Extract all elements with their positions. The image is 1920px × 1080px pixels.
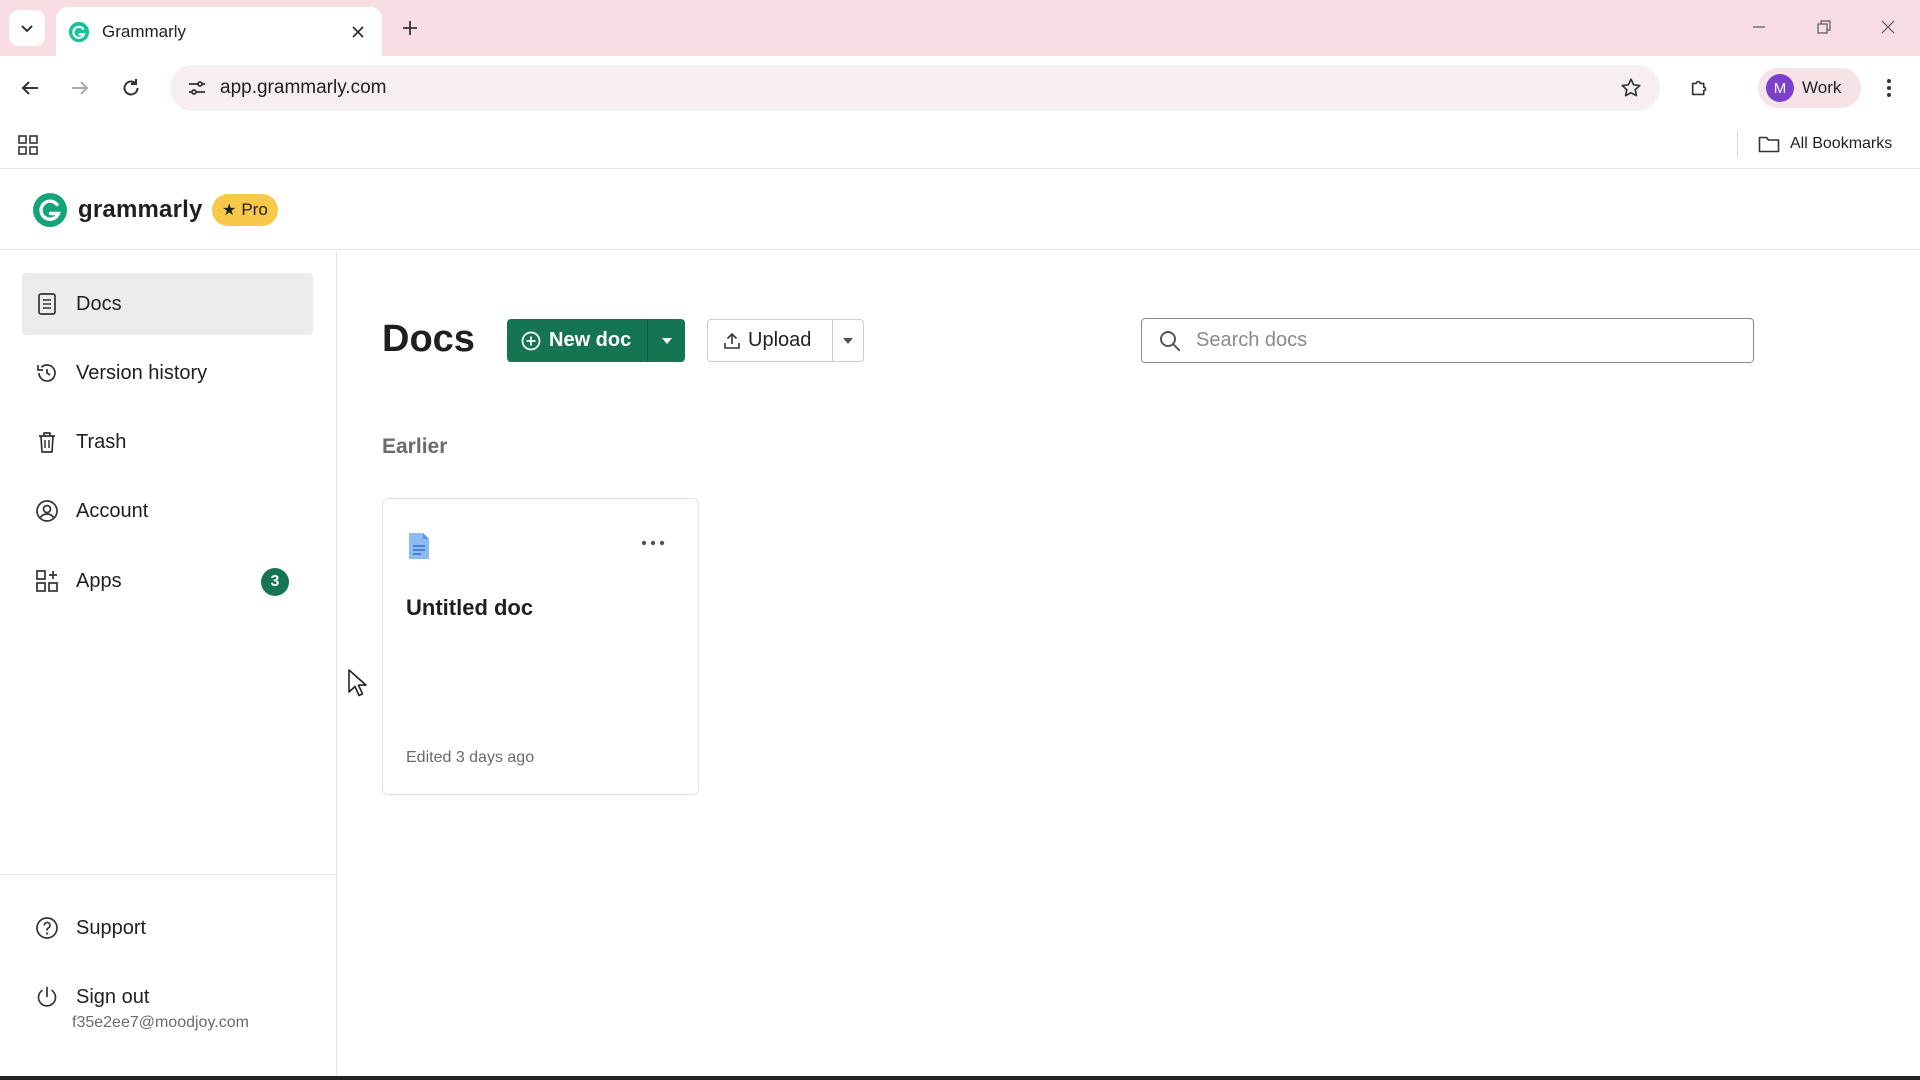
bookmarks-divider: [1737, 131, 1738, 157]
sidebar-item-label: Apps: [76, 569, 122, 592]
upload-button[interactable]: Upload: [708, 320, 832, 361]
doc-title: Untitled doc: [406, 595, 534, 620]
apps-icon: [34, 568, 60, 594]
trash-icon: [34, 429, 60, 455]
grammarly-logo-icon: [33, 193, 67, 227]
folder-icon: [1758, 136, 1780, 153]
arrow-right-icon: [72, 81, 89, 95]
browser-tab-grammarly[interactable]: Grammarly: [56, 7, 382, 56]
address-bar[interactable]: app.grammarly.com: [170, 65, 1660, 111]
caret-down-icon: [661, 337, 672, 344]
browser-tab-strip: Grammarly: [0, 0, 1920, 56]
help-icon: [34, 915, 60, 941]
new-tab-button[interactable]: [396, 14, 424, 42]
minimize-button[interactable]: [1741, 12, 1777, 42]
close-icon: [352, 25, 364, 38]
sidebar-item-label: Docs: [76, 292, 122, 315]
browser-menu-button[interactable]: [1874, 70, 1904, 106]
new-doc-split-button: New doc: [507, 319, 685, 362]
caret-down-icon: [843, 337, 853, 344]
sidebar-divider: [0, 874, 336, 875]
upload-icon: [724, 332, 740, 349]
sidebar-item-support[interactable]: Support: [22, 897, 313, 959]
reload-button[interactable]: [113, 70, 149, 106]
puzzle-icon: [1691, 80, 1707, 96]
upload-options-button[interactable]: [833, 320, 863, 361]
search-docs-field[interactable]: [1141, 318, 1754, 363]
all-bookmarks-label: All Bookmarks: [1790, 135, 1893, 152]
search-input[interactable]: [1196, 329, 1716, 352]
sidebar-item-label: Sign out: [76, 985, 150, 1008]
document-icon: [34, 291, 60, 317]
apps-count-badge: 3: [261, 568, 289, 596]
new-doc-label: New doc: [549, 329, 632, 351]
reload-icon: [123, 79, 139, 96]
plus-circle-icon: [521, 331, 541, 350]
app-header: grammarly ★ Pro: [0, 170, 1920, 250]
tab-close-button[interactable]: [346, 20, 370, 44]
window-close-button[interactable]: [1870, 12, 1906, 42]
grammarly-favicon-icon: [68, 21, 90, 42]
url-text: app.grammarly.com: [220, 77, 387, 98]
user-email: f35e2ee7@moodjoy.com: [72, 1014, 249, 1031]
sidebar-item-trash[interactable]: Trash: [22, 411, 313, 473]
new-doc-options-button[interactable]: [648, 319, 685, 362]
sidebar-item-account[interactable]: Account: [22, 480, 313, 542]
star-outline-icon: [1621, 78, 1641, 97]
back-button[interactable]: [12, 70, 48, 106]
tab-search-button[interactable]: [9, 10, 45, 46]
arrow-left-icon: [21, 81, 38, 95]
forward-button[interactable]: [62, 70, 98, 106]
page-title: Docs: [382, 318, 475, 360]
pro-badge-label: Pro: [241, 200, 268, 219]
sidebar-item-label: Version history: [76, 361, 208, 384]
profile-label: Work: [1802, 78, 1842, 97]
sidebar: Docs Version history Trash Account Apps …: [0, 251, 337, 1080]
doc-options-button[interactable]: [635, 529, 671, 557]
upload-split-button: Upload: [707, 319, 864, 362]
sidebar-item-docs[interactable]: Docs: [22, 273, 313, 335]
restore-icon: [1817, 20, 1831, 34]
bookmarks-bar: All Bookmarks: [0, 119, 1920, 169]
sidebar-item-label: Support: [76, 916, 147, 939]
pro-badge: ★ Pro: [212, 194, 278, 226]
upload-label: Upload: [748, 329, 812, 351]
apps-shortcut-button[interactable]: [12, 129, 44, 161]
brand-logo-link[interactable]: grammarly: [32, 192, 203, 228]
bookmark-star-button[interactable]: [1614, 71, 1648, 105]
browser-toolbar: app.grammarly.com M Work: [0, 56, 1920, 119]
history-icon: [34, 360, 60, 386]
account-icon: [34, 498, 60, 524]
doc-card[interactable]: Untitled doc Edited 3 days ago: [382, 498, 699, 795]
grid-icon: [18, 135, 38, 155]
all-bookmarks-button[interactable]: All Bookmarks: [1758, 129, 1892, 159]
document-file-icon: [409, 533, 429, 559]
more-horizontal-icon: [641, 540, 665, 546]
close-icon: [1881, 20, 1895, 34]
section-label-earlier: Earlier: [382, 435, 448, 458]
more-vertical-icon: [1887, 79, 1891, 97]
screen-bottom-edge: [0, 1076, 1920, 1080]
chevron-down-icon: [21, 25, 33, 33]
sidebar-item-apps[interactable]: Apps 3: [22, 550, 313, 612]
doc-edited-time: Edited 3 days ago: [406, 749, 535, 766]
search-icon: [1160, 330, 1181, 351]
new-doc-button[interactable]: New doc: [507, 319, 647, 362]
power-icon: [34, 984, 60, 1010]
restore-button[interactable]: [1806, 12, 1842, 42]
minimize-icon: [1753, 26, 1765, 28]
profile-button[interactable]: M Work: [1758, 68, 1861, 108]
sidebar-item-version-history[interactable]: Version history: [22, 342, 313, 404]
mouse-cursor-icon: [348, 669, 367, 697]
sidebar-item-label: Trash: [76, 430, 127, 453]
tune-icon: [189, 81, 205, 95]
avatar: M: [1766, 74, 1794, 102]
extensions-button[interactable]: [1682, 70, 1718, 106]
sidebar-item-label: Account: [76, 499, 149, 522]
brand-name: grammarly: [78, 196, 203, 223]
star-icon: ★: [222, 202, 237, 219]
plus-icon: [403, 21, 417, 35]
tab-title: Grammarly: [102, 21, 187, 41]
site-info-button[interactable]: [180, 71, 214, 105]
